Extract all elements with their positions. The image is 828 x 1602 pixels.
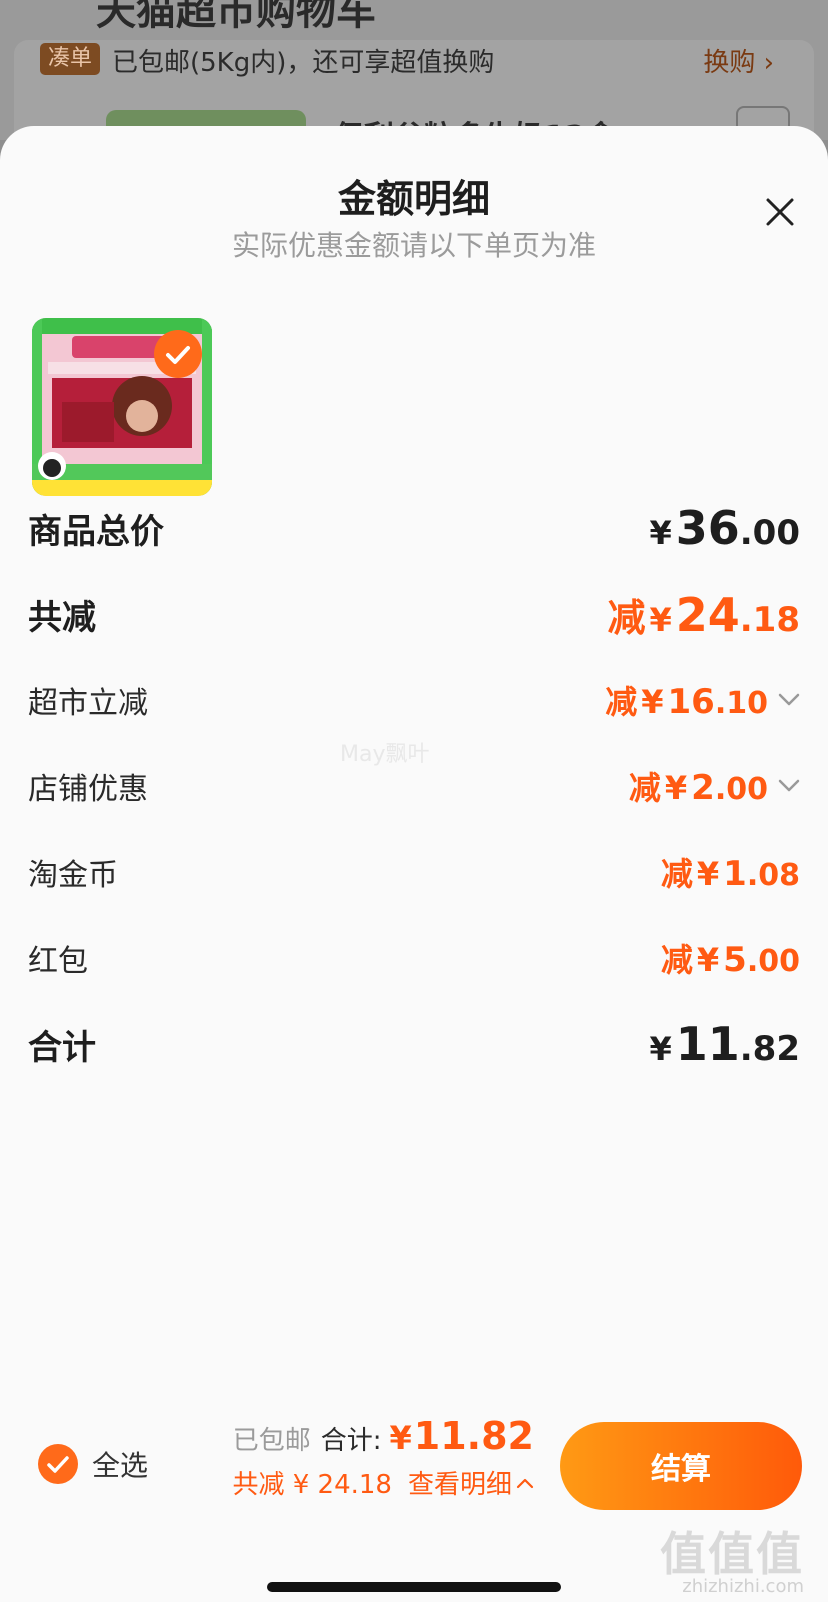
- background-tag: 凑单: [40, 43, 101, 75]
- store-discount-label: 店铺优惠: [28, 772, 148, 807]
- row-total-price: 商品总价 ¥36.00: [28, 498, 800, 558]
- shipping-status: 已包邮: [232, 1426, 311, 1456]
- total-price-dec: .00: [739, 513, 800, 553]
- product-selected-check-icon[interactable]: [154, 330, 202, 378]
- chevron-down-icon[interactable]: [778, 693, 800, 707]
- row-total-reduce: 共减 减 ¥24.18: [28, 584, 800, 644]
- row-sum: 合计 ¥11.82: [28, 1014, 800, 1074]
- site-watermark-logo: 值值值: [660, 1527, 804, 1581]
- row-market-reduce[interactable]: 超市立减 减 ¥16.10: [28, 670, 800, 730]
- sheet-subtitle: 实际优惠金额请以下单页为准: [231, 229, 596, 262]
- red-packet-dec: .00: [746, 944, 800, 979]
- market-reduce-value: 减 ¥16.10: [605, 677, 800, 723]
- close-icon[interactable]: [764, 196, 796, 228]
- store-discount-int: 2: [691, 768, 715, 808]
- reduce-prefix: 减: [607, 595, 646, 640]
- background-title: 天猫超市购物车: [96, 0, 376, 34]
- market-reduce-int: 16: [667, 682, 715, 722]
- red-packet-value: 减 ¥5.00: [661, 935, 800, 981]
- background-swap-link: 换购 ›: [703, 48, 774, 78]
- site-watermark-url: zhizhizhi.com: [682, 1576, 804, 1597]
- row-red-packet: 红包 减 ¥5.00: [28, 928, 800, 988]
- total-reduce-label: 共减: [28, 597, 96, 638]
- total-reduce-text: 共减 ¥ 24.18: [232, 1470, 392, 1500]
- view-detail-link[interactable]: 查看明细: [408, 1464, 534, 1501]
- reduce-prefix: 减: [660, 855, 693, 893]
- yen-sign: ¥: [664, 769, 688, 807]
- sum-value: ¥11.82: [649, 1017, 800, 1071]
- amount-detail-sheet: 金额明细 实际优惠金额请以下单页为准 商品总价 ¥ 36 .00 共减 减 ¥ …: [0, 126, 828, 1602]
- yen-sign: ¥: [696, 855, 720, 893]
- market-reduce-label: 超市立减: [28, 686, 148, 721]
- taojin-label: 淘金币: [28, 858, 118, 893]
- select-all-check-icon[interactable]: [38, 1444, 78, 1484]
- background-promo-text: 已包邮(5Kg内)，还可享超值换购: [112, 48, 495, 78]
- totals-summary: 已包邮 合计: ¥ 11.82 共减 ¥ 24.18 查看明细: [232, 1414, 534, 1501]
- taojin-dec: .08: [746, 858, 800, 893]
- reduce-prefix: 减: [660, 941, 693, 979]
- yen-sign: ¥: [649, 1030, 672, 1068]
- yen-sign: ¥: [696, 941, 720, 979]
- chevron-up-icon: [516, 1478, 534, 1488]
- home-indicator: [267, 1582, 561, 1592]
- store-discount-value: 减 ¥2.00: [629, 763, 800, 809]
- total-price-label: 商品总价: [28, 511, 164, 552]
- yen-sign: ¥: [649, 600, 672, 639]
- total-reduce-int: 24: [675, 587, 740, 642]
- total-price-value: ¥36.00: [649, 501, 800, 555]
- chevron-down-icon[interactable]: [778, 779, 800, 793]
- sum-dec: .82: [739, 1029, 800, 1069]
- select-all-label: 全选: [92, 1449, 149, 1482]
- sheet-title: 金额明细: [337, 177, 490, 221]
- reduce-prefix: 减: [628, 769, 661, 807]
- store-discount-dec: .00: [714, 772, 768, 807]
- view-detail-label: 查看明细: [407, 1470, 512, 1500]
- total-amount: 11.82: [413, 1414, 534, 1458]
- market-reduce-dec: .10: [714, 686, 768, 721]
- sum-int: 11: [675, 1017, 740, 1071]
- yen-sign: ¥: [641, 683, 664, 721]
- checkout-button[interactable]: 结算: [560, 1422, 802, 1510]
- select-all-toggle[interactable]: 全选: [38, 1444, 148, 1484]
- total-reduce-value: 减 ¥24.18: [607, 587, 800, 642]
- total-price-int: 36: [675, 501, 740, 555]
- taojin-value: 减 ¥1.08: [661, 849, 800, 895]
- background-cart-page: 天猫超市购物车 凑单 已包邮(5Kg内)，还可享超值换购 换购 › 伊利谷粒多牛…: [0, 0, 828, 140]
- red-packet-int: 5: [723, 940, 747, 980]
- reduce-prefix: 减: [605, 683, 638, 721]
- red-packet-label: 红包: [28, 944, 88, 979]
- yen-sign: ¥: [649, 514, 672, 552]
- total-yen: ¥: [389, 1419, 412, 1457]
- taojin-int: 1: [723, 854, 747, 894]
- total-reduce-dec: .18: [739, 599, 800, 640]
- total-label: 合计:: [320, 1426, 382, 1456]
- row-taojin: 淘金币 减 ¥1.08: [28, 842, 800, 902]
- sum-label: 合计: [28, 1027, 96, 1068]
- user-watermark: May飘叶: [340, 742, 430, 767]
